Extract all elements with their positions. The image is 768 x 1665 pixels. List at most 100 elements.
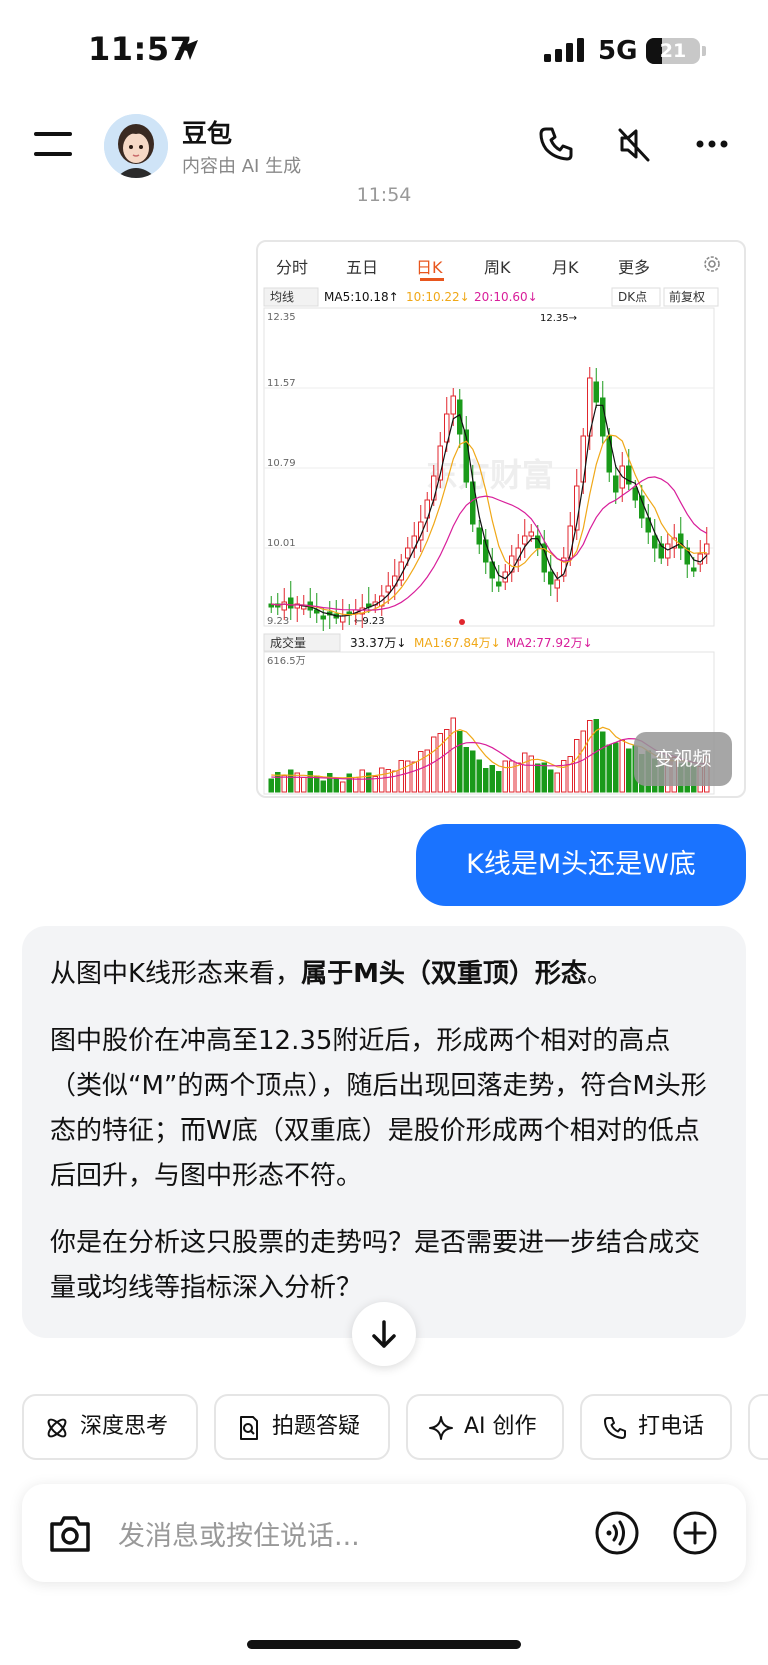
candle-body xyxy=(554,579,560,589)
reply-paragraph-1: 从图中K线形态来看，属于M头（双重顶）形态。 xyxy=(50,952,718,997)
voice-wave-icon[interactable] xyxy=(594,1510,640,1556)
volume-bar xyxy=(281,775,287,793)
volume-bar xyxy=(359,769,365,793)
volume-bar xyxy=(392,770,398,793)
volume-bar xyxy=(528,755,534,793)
volume-bar xyxy=(327,773,333,793)
document-search-icon xyxy=(240,1416,258,1440)
price-tick: 9.23 xyxy=(267,616,289,627)
volume-bar xyxy=(398,760,404,793)
ai-reply-bubble: 从图中K线形态来看，属于M头（双重顶）形态。 图中股价在冲高至12.35附近后，… xyxy=(22,926,746,1338)
overflow-chip[interactable] xyxy=(748,1394,768,1460)
chat-header: 豆包 内容由 AI 生成 xyxy=(0,100,768,190)
candle-body xyxy=(665,543,671,559)
volume-ma1-label: MA1:67.84万↓ xyxy=(414,636,501,650)
reply-paragraph-2: 图中股价在冲高至12.35附近后，形成两个相对的高点（类似“M”的两个顶点），随… xyxy=(50,1026,707,1191)
ai-create-chip[interactable]: AI 创作 xyxy=(406,1394,564,1460)
status-bar: 11:57 5G 21 xyxy=(0,0,768,100)
candle-body xyxy=(476,527,482,545)
volume-bar xyxy=(457,731,463,793)
volume-bar xyxy=(496,771,502,793)
phone-call-icon[interactable] xyxy=(536,124,576,164)
volume-bar xyxy=(613,742,619,793)
volume-bar xyxy=(574,739,580,793)
message-input[interactable]: 发消息或按住说话... xyxy=(118,1514,360,1553)
candle-body xyxy=(691,567,697,572)
user-message-bubble: K线是M头还是W底 xyxy=(416,824,746,906)
low-marker: ←9.23 xyxy=(354,616,385,627)
volume-bar xyxy=(483,768,489,793)
photo-question-label: 拍题答疑 xyxy=(272,1414,361,1439)
arrow-down-icon xyxy=(372,1320,396,1348)
volume-bar xyxy=(301,777,307,793)
candle-body xyxy=(288,597,294,609)
convert-to-video-button[interactable]: 变视频 xyxy=(634,732,732,786)
stock-chart-image[interactable]: 分时 五日 日K 周K 月K 更多 均线 MA5:10.18↑ 10:10.22… xyxy=(256,240,746,798)
volume-bar xyxy=(535,763,541,793)
candle-body xyxy=(593,381,599,403)
volume-bar xyxy=(606,744,612,793)
price-tick: 12.35 xyxy=(267,312,296,323)
candle-body xyxy=(385,585,391,593)
reply-p1-suffix: 。 xyxy=(586,959,613,989)
speaker-muted-icon[interactable] xyxy=(614,124,654,164)
volume-bar xyxy=(411,761,417,793)
volume-bar xyxy=(431,736,437,793)
volume-bar xyxy=(333,777,339,793)
candle-body xyxy=(522,535,528,545)
volume-bar xyxy=(418,751,424,793)
volume-bar xyxy=(340,781,346,793)
active-tab-underline xyxy=(420,278,444,281)
bot-avatar[interactable] xyxy=(104,114,168,178)
deep-think-chip[interactable]: 深度思考 xyxy=(22,1394,198,1460)
tab-intraday: 分时 xyxy=(276,258,309,277)
volume-bar xyxy=(515,762,521,793)
atom-icon xyxy=(47,1418,67,1438)
deep-think-label: 深度思考 xyxy=(80,1414,169,1439)
price-tick: 10.79 xyxy=(267,458,296,469)
volume-bar xyxy=(307,771,313,793)
ma20-label: 20:10.60↓ xyxy=(474,290,538,304)
volume-bar xyxy=(489,765,495,793)
volume-bar xyxy=(548,769,554,793)
candle-body xyxy=(450,395,456,415)
adjust-label: 前复权 xyxy=(669,289,705,304)
volume-ma2-label: MA2:77.92万↓ xyxy=(506,636,593,650)
phone-call-chip[interactable]: 打电话 xyxy=(580,1394,732,1460)
volume-bar xyxy=(463,747,469,793)
volume-bar xyxy=(619,740,625,793)
volume-selector-label: 成交量 xyxy=(270,635,306,650)
dk-point-dot xyxy=(459,619,465,625)
reply-p1-bold: 属于M头（双重顶）形态 xyxy=(301,959,587,989)
tab-five-day: 五日 xyxy=(346,258,379,277)
volume-bar xyxy=(470,750,476,793)
camera-icon[interactable] xyxy=(48,1512,92,1554)
candle-body xyxy=(652,535,658,549)
volume-bar xyxy=(268,778,274,793)
chart-period-tabs: 分时 五日 日K 周K 月K 更多 xyxy=(258,242,744,286)
price-tick: 10.01 xyxy=(267,538,296,549)
volume-bar xyxy=(314,775,320,793)
tab-monthly-k: 月K xyxy=(552,258,579,277)
candle-body xyxy=(340,615,346,623)
candle-body xyxy=(281,601,287,611)
home-indicator xyxy=(247,1640,521,1649)
photo-question-chip[interactable]: 拍题答疑 xyxy=(214,1394,390,1460)
volume-bar xyxy=(509,760,515,793)
candle-body xyxy=(457,399,463,435)
plus-circle-icon[interactable] xyxy=(672,1510,718,1556)
candle-body xyxy=(496,581,502,587)
network-type: 5G xyxy=(598,36,638,66)
volume-bar xyxy=(288,769,294,793)
candlestick-group xyxy=(268,367,710,631)
price-tick: 11.57 xyxy=(267,378,296,389)
menu-icon[interactable] xyxy=(34,130,72,158)
scroll-to-bottom-button[interactable] xyxy=(352,1302,416,1366)
dk-point-label: DK点 xyxy=(618,290,647,304)
volume-bar xyxy=(554,772,560,793)
reply-p1-prefix: 从图中K线形态来看， xyxy=(50,959,302,989)
message-input-bar[interactable]: 发消息或按住说话... xyxy=(22,1484,746,1582)
more-options-icon[interactable] xyxy=(692,124,732,164)
signal-bars-icon xyxy=(544,38,584,62)
ai-create-label: AI 创作 xyxy=(464,1414,537,1439)
